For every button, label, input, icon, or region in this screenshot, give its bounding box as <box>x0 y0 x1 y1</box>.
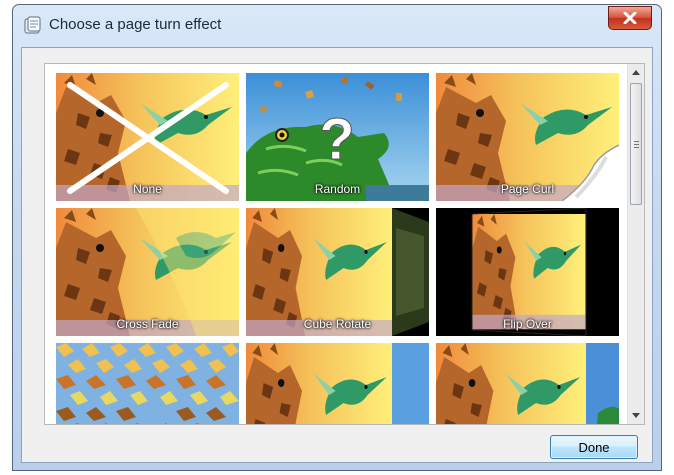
effect-label: Cross Fade <box>116 317 179 331</box>
dialog-window: Choose a page turn effect None ? Random … <box>12 4 662 471</box>
effect-tile-push[interactable] <box>436 343 619 424</box>
effects-grid: None ? Random Page Curl Cross Fade Cube … <box>56 73 626 424</box>
effect-tile-cross-fade[interactable]: Cross Fade <box>56 208 239 336</box>
effect-label: Flip Over <box>503 317 552 331</box>
vertical-scrollbar[interactable] <box>627 64 644 424</box>
effect-label: None <box>133 182 162 196</box>
grip-line <box>634 141 639 142</box>
scroll-down-arrow-icon <box>632 413 640 418</box>
effect-tile-cube-rotate[interactable]: Cube Rotate <box>246 208 429 336</box>
scroll-thumb[interactable] <box>630 83 642 205</box>
effect-tile-none[interactable]: None <box>56 73 239 201</box>
effect-thumbnail <box>436 343 619 424</box>
effect-thumbnail <box>56 343 239 424</box>
title-bar[interactable]: Choose a page turn effect <box>13 5 661 47</box>
close-button[interactable] <box>608 6 652 30</box>
effect-tile-random[interactable]: ? Random <box>246 73 429 201</box>
grip-line <box>634 144 639 145</box>
app-icon <box>24 16 41 34</box>
close-icon <box>623 12 637 24</box>
effect-tile-page-curl[interactable]: Page Curl <box>436 73 619 201</box>
window-title: Choose a page turn effect <box>49 16 222 33</box>
done-button[interactable]: Done <box>550 435 638 459</box>
effect-label: Page Curl <box>500 182 555 196</box>
effects-list[interactable]: None ? Random Page Curl Cross Fade Cube … <box>44 63 645 425</box>
effect-tile-checker[interactable] <box>56 343 239 424</box>
effect-tile-flip-over[interactable]: Flip Over <box>436 208 619 336</box>
grip-line <box>634 147 639 148</box>
scroll-up-button[interactable] <box>628 64 644 81</box>
effect-label: Cube Rotate <box>303 317 372 331</box>
effect-thumbnail <box>246 343 429 424</box>
svg-text:?: ? <box>319 107 354 172</box>
effect-label: Random <box>314 182 361 196</box>
scroll-up-arrow-icon <box>632 70 640 75</box>
dialog-content: None ? Random Page Curl Cross Fade Cube … <box>21 47 653 463</box>
scroll-down-button[interactable] <box>628 407 644 424</box>
effect-tile-slide[interactable] <box>246 343 429 424</box>
